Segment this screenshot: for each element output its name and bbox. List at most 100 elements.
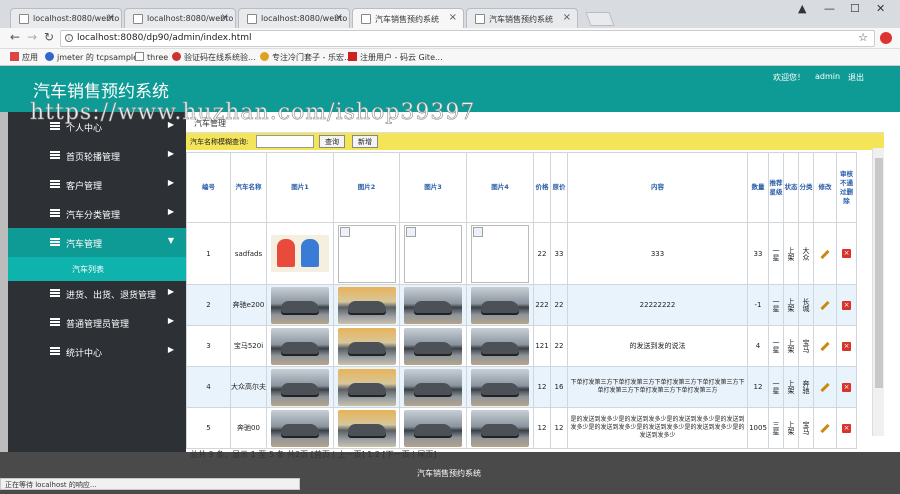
broken-image-icon [471, 224, 529, 283]
browser-tab[interactable]: localhost:8080/webto × [10, 8, 122, 28]
car-image [471, 409, 529, 447]
col-header[interactable]: 图片4 [466, 152, 534, 223]
edit-icon[interactable] [820, 423, 830, 434]
sidebar-item-admins[interactable]: 普通管理员管理 ▶ [8, 308, 186, 337]
delete-icon[interactable]: × [842, 382, 851, 392]
close-window-icon[interactable]: ✕ [876, 2, 885, 15]
menu-icon [50, 238, 60, 246]
edit-icon[interactable] [820, 300, 830, 311]
sidebar-item-carousel[interactable]: 首页轮播管理 ▶ [8, 141, 186, 170]
col-header[interactable]: 修改 [813, 152, 837, 223]
back-icon[interactable]: ← [10, 30, 20, 44]
scrollbar[interactable] [872, 148, 884, 436]
chevron-right-icon: ▶ [167, 345, 174, 354]
info-icon[interactable]: i [65, 34, 73, 42]
col-header[interactable]: 内容 [567, 152, 748, 223]
app-title: 汽车销售预约系统 [33, 82, 169, 102]
col-header[interactable]: 审核不通过删除 [836, 152, 857, 223]
table-header-row: 编号 汽车名称 图片1 图片2 图片3 图片4 价格 原价 内容 数量 推荐星级… [186, 152, 857, 223]
car-image [404, 327, 462, 365]
edit-icon[interactable] [820, 341, 830, 352]
col-header[interactable]: 价格 [533, 152, 551, 223]
car-table: 编号 汽车名称 图片1 图片2 图片3 图片4 价格 原价 内容 数量 推荐星级… [186, 152, 857, 449]
extension-icon[interactable] [880, 32, 892, 44]
delete-icon[interactable]: × [842, 423, 851, 433]
chevron-right-icon: ▶ [167, 207, 174, 216]
car-image [337, 368, 396, 406]
scrollbar-thumb[interactable] [875, 158, 883, 388]
maximize-icon[interactable]: ☐ [850, 2, 860, 15]
page-left-edge [0, 112, 8, 464]
url-input[interactable]: i localhost:8080/dp90/admin/index.html ☆ [60, 30, 875, 47]
close-icon[interactable]: × [221, 12, 229, 23]
page-icon [133, 14, 143, 24]
sidebar-item-personal[interactable]: 个人中心 ▶ [8, 112, 186, 141]
col-header[interactable]: 状态 [783, 152, 799, 223]
menu-icon [50, 318, 60, 326]
delete-icon[interactable]: × [842, 300, 851, 310]
apps-icon [10, 52, 19, 61]
col-header[interactable]: 分类 [798, 152, 814, 223]
sidebar-item-inventory[interactable]: 进货、出货、退货管理 ▶ [8, 279, 186, 308]
page-icon [135, 52, 144, 61]
close-icon[interactable]: × [335, 12, 343, 23]
star-icon[interactable]: ☆ [858, 31, 868, 44]
forward-icon[interactable]: → [27, 30, 37, 44]
close-icon[interactable]: × [107, 12, 115, 23]
col-header[interactable]: 图片1 [266, 152, 334, 223]
col-header[interactable]: 原价 [550, 152, 568, 223]
user-icon[interactable]: ▲ [798, 2, 806, 15]
col-header[interactable]: 汽车名称 [230, 152, 267, 223]
bookmark-item[interactable]: jmeter 的 tcpsample [45, 52, 138, 63]
bookmark-item[interactable]: 专注冷门套子 - 乐宏... [260, 52, 352, 63]
add-button[interactable]: 新增 [352, 135, 378, 148]
col-header[interactable]: 图片3 [399, 152, 467, 223]
sidebar-item-categories[interactable]: 汽车分类管理 ▶ [8, 199, 186, 228]
menu-icon [50, 209, 60, 217]
minimize-icon[interactable]: — [824, 2, 835, 15]
browser-tab[interactable]: localhost:8080/webto × [124, 8, 236, 28]
bookmark-item[interactable]: 验证码在线系统验... [172, 52, 256, 63]
table-row: 1 sadfads 22 33 333 33 一星 上架 大众 × [186, 222, 857, 285]
close-icon[interactable]: × [449, 12, 457, 23]
edit-icon[interactable] [820, 382, 830, 393]
close-icon[interactable]: × [563, 12, 571, 23]
browser-tab[interactable]: 汽车销售预约系统 × [466, 8, 578, 28]
car-image [404, 409, 462, 447]
table-row: 5 奔驰00 12 12 是的发送到发多少是的发送到发多少是的发送到发多少是的发… [186, 407, 857, 449]
menu-icon [50, 122, 60, 130]
main-content: 汽车管理 汽车名称模糊查询: 查询 新增 编号 汽车名称 图片1 图片2 图片3… [186, 112, 884, 452]
edit-icon[interactable] [820, 249, 830, 259]
search-input[interactable] [256, 135, 314, 148]
delete-icon[interactable]: × [842, 341, 851, 351]
pagination[interactable]: 总共 9 条，显示 1 至 5 条 共2页 [首页 | 上一页] 1 2 [下一… [190, 449, 437, 460]
user-link[interactable]: admin [815, 72, 840, 81]
col-header[interactable]: 推荐星级 [768, 152, 784, 223]
sidebar-item-stats[interactable]: 统计中心 ▶ [8, 337, 186, 366]
sidebar-item-customers[interactable]: 客户管理 ▶ [8, 170, 186, 199]
bookmark-item[interactable]: 注册用户 - 码云 Gite... [348, 52, 443, 63]
page-icon [19, 14, 29, 24]
query-button[interactable]: 查询 [319, 135, 345, 148]
car-image [271, 409, 329, 447]
col-header[interactable]: 编号 [186, 152, 231, 223]
menu-icon [50, 289, 60, 297]
reload-icon[interactable]: ↻ [44, 30, 54, 44]
delete-icon[interactable]: × [842, 249, 851, 258]
new-tab-button[interactable] [585, 12, 615, 26]
chevron-right-icon: ▶ [167, 178, 174, 187]
logout-link[interactable]: 退出 [848, 72, 864, 83]
col-header[interactable]: 数量 [747, 152, 769, 223]
browser-status-bar: 正在等待 localhost 的响应... [0, 478, 300, 490]
bookmark-item[interactable]: three [135, 52, 168, 62]
gitee-icon [348, 52, 357, 61]
site-icon [260, 52, 269, 61]
sidebar: 个人中心 ▶ 首页轮播管理 ▶ 客户管理 ▶ 汽车分类管理 ▶ 汽车管理 ▼ 汽车列表 进… [8, 112, 186, 452]
sidebar-item-cars[interactable]: 汽车管理 ▼ [8, 228, 186, 257]
bookmark-apps[interactable]: 应用 [10, 52, 38, 63]
sidebar-subitem-car-list[interactable]: 汽车列表 [8, 257, 186, 281]
search-label: 汽车名称模糊查询: [190, 138, 249, 146]
col-header[interactable]: 图片2 [333, 152, 400, 223]
browser-tab-active[interactable]: 汽车销售预约系统 × [352, 8, 464, 29]
browser-tab[interactable]: localhost:8080/webto × [238, 8, 350, 28]
